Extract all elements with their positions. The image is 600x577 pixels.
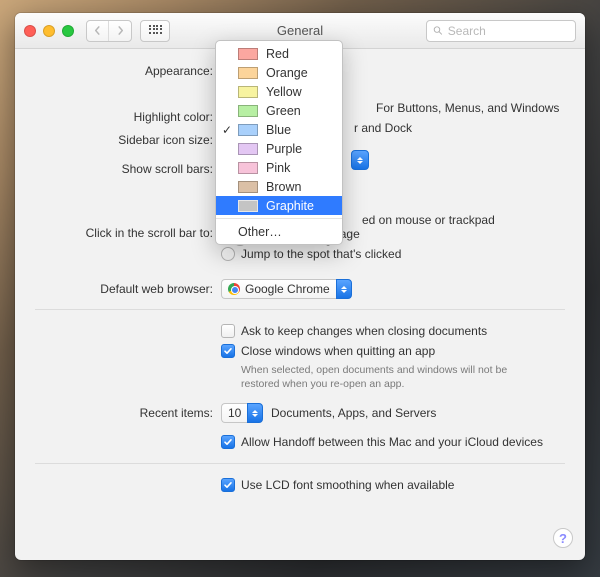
menu-item-label: Orange [266, 66, 308, 80]
label-clickin: Click in the scroll bar to: [35, 223, 221, 240]
help-button[interactable]: ? [553, 528, 573, 548]
menu-item-label: Blue [266, 123, 291, 137]
radio-jump-spot[interactable]: Jump to the spot that's clicked [221, 245, 565, 263]
menu-item-yellow[interactable]: Yellow [216, 82, 342, 101]
recent-items-popup[interactable]: 10 [221, 403, 263, 423]
traffic-lights [24, 25, 74, 37]
stepper-icon [247, 403, 263, 423]
search-icon [433, 25, 443, 36]
stepper-icon [336, 279, 352, 299]
checkbox-label: Use LCD font smoothing when available [241, 478, 454, 492]
scrollbars-note-fragment: ed on mouse or trackpad [362, 213, 495, 227]
help-icon: ? [559, 531, 567, 546]
checkbox-ask-keep-changes[interactable]: Ask to keep changes when closing documen… [221, 322, 565, 340]
menubar-note-fragment: r and Dock [354, 121, 412, 135]
checkbox-label: Allow Handoff between this Mac and your … [241, 435, 543, 449]
nav-back-forward [86, 20, 132, 42]
radio-label: Jump to the spot that's clicked [241, 247, 401, 261]
menu-item-label: Graphite [266, 199, 314, 213]
menu-item-label: Pink [266, 161, 290, 175]
label-sidebar: Sidebar icon size: [35, 130, 221, 147]
swatch-icon [238, 200, 258, 212]
radio-icon [221, 247, 235, 261]
menu-item-other[interactable]: Other… [216, 222, 342, 241]
menu-item-graphite[interactable]: Graphite [216, 196, 342, 215]
menu-item-pink[interactable]: Pink [216, 158, 342, 177]
chrome-icon [228, 283, 240, 295]
close-icon[interactable] [24, 25, 36, 37]
popup-value: Google Chrome [245, 282, 330, 296]
menu-item-label: Purple [266, 142, 302, 156]
label-appearance: Appearance: [35, 61, 221, 78]
check-icon: ✓ [222, 123, 232, 137]
menu-item-green[interactable]: Green [216, 101, 342, 120]
swatch-icon [238, 143, 258, 155]
checkbox-lcd-smoothing[interactable]: Use LCD font smoothing when available [221, 476, 565, 494]
menu-item-label: Red [266, 47, 289, 61]
separator [35, 309, 565, 310]
menu-item-orange[interactable]: Orange [216, 63, 342, 82]
menu-item-label: Other… [238, 225, 282, 239]
back-button[interactable] [87, 21, 109, 41]
menu-separator [216, 218, 342, 219]
menu-item-label: Green [266, 104, 301, 118]
swatch-icon [238, 124, 258, 136]
label-highlight: Highlight color: [35, 107, 221, 124]
swatch-icon [238, 67, 258, 79]
highlight-color-menu: Red Orange Yellow Green ✓ Blue Purple Pi… [215, 40, 343, 245]
search-input[interactable] [448, 24, 569, 38]
default-browser-popup[interactable]: Google Chrome [221, 279, 351, 299]
menu-item-label: Brown [266, 180, 301, 194]
separator [35, 463, 565, 464]
minimize-icon[interactable] [43, 25, 55, 37]
recent-items-suffix: Documents, Apps, and Servers [271, 406, 436, 420]
swatch-icon [238, 105, 258, 117]
forward-button[interactable] [109, 21, 131, 41]
menu-item-red[interactable]: Red [216, 44, 342, 63]
swatch-icon [238, 48, 258, 60]
highlight-popup-cap[interactable] [351, 150, 369, 170]
menu-item-brown[interactable]: Brown [216, 177, 342, 196]
checkbox-icon [221, 478, 235, 492]
show-all-button[interactable] [140, 20, 170, 42]
menu-item-purple[interactable]: Purple [216, 139, 342, 158]
menu-item-blue[interactable]: ✓ Blue [216, 120, 342, 139]
checkbox-icon [221, 435, 235, 449]
popup-value: 10 [228, 406, 241, 420]
checkbox-close-windows[interactable]: Close windows when quitting an app [221, 342, 565, 360]
swatch-icon [238, 181, 258, 193]
grid-icon [149, 25, 161, 37]
swatch-icon [238, 86, 258, 98]
checkbox-handoff[interactable]: Allow Handoff between this Mac and your … [221, 433, 565, 451]
swatch-icon [238, 162, 258, 174]
label-browser: Default web browser: [35, 279, 221, 296]
menu-item-label: Yellow [266, 85, 302, 99]
checkbox-icon [221, 324, 235, 338]
search-field[interactable] [426, 20, 576, 42]
checkbox-label: Ask to keep changes when closing documen… [241, 324, 487, 338]
checkbox-icon [221, 344, 235, 358]
appearance-note: For Buttons, Menus, and Windows [376, 101, 559, 115]
label-scrollbars: Show scroll bars: [35, 159, 221, 176]
zoom-icon[interactable] [62, 25, 74, 37]
checkbox-label: Close windows when quitting an app [241, 344, 435, 358]
close-windows-note: When selected, open documents and window… [241, 362, 541, 391]
label-recent: Recent items: [35, 403, 221, 420]
